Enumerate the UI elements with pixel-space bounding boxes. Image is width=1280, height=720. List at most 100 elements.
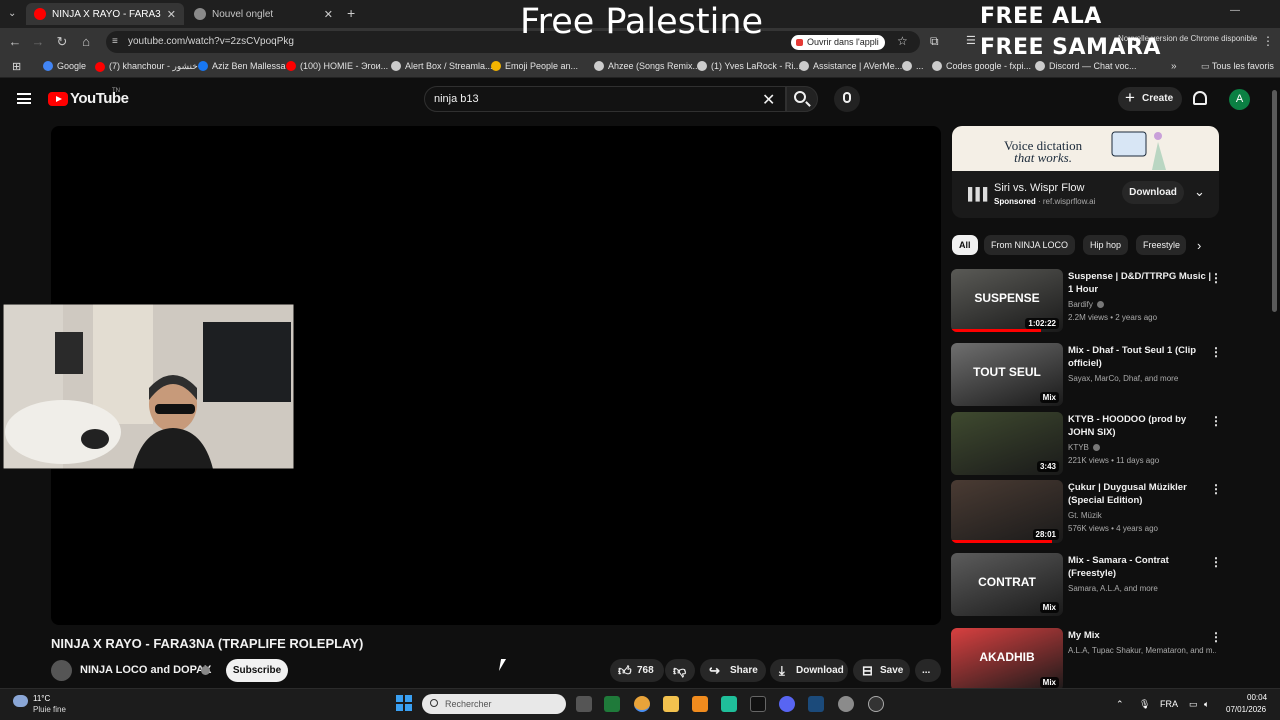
more-options-icon[interactable]: ⋮ [1210,555,1222,569]
recommendation-title[interactable]: KTYB - HOODOO (prod by JOHN SIX) [1068,413,1213,439]
more-options-icon[interactable]: ⋮ [1210,482,1222,496]
recommendation-channel[interactable]: Samara, A.L.A, and more [1068,584,1216,593]
bookmark-item[interactable]: Discord — Chat voc... [1035,61,1137,71]
close-tab-icon[interactable]: ✕ [167,8,176,21]
bookmark-item[interactable]: ... [902,61,924,71]
task-view-icon[interactable] [576,696,592,712]
recommendation-title[interactable]: Mix - Samara - Contrat (Freestyle) [1068,554,1213,580]
whatsapp-icon[interactable] [721,696,737,712]
back-icon[interactable]: ← [7,34,23,50]
bookmark-item[interactable]: Assistance | AVerMe... [799,61,902,71]
recommendation-channel[interactable]: Bardify [1068,300,1216,309]
recommendation-channel[interactable]: A.L.A, Tupac Shakur, Memataron, and m... [1068,646,1216,655]
bookmark-item[interactable]: Alert Box / Streamla... [391,61,493,71]
search-icon[interactable] [794,91,806,103]
bookmark-item[interactable]: Google [43,61,86,71]
video-thumbnail[interactable]: 3:43 [951,412,1063,475]
like-button[interactable]: 👍︎ 768 [610,659,664,682]
bookmark-item[interactable]: Codes google - fxpi... [932,61,1031,71]
recommendation-item[interactable]: TOUT SEUL Mix Mix - Dhaf - Tout Seul 1 (Cl… [951,343,1222,407]
scrollbar[interactable] [1272,90,1277,312]
vlc-icon[interactable] [692,696,708,712]
reload-icon[interactable]: ↻ [54,34,70,50]
search-input-value[interactable]: ninja b13 [434,93,479,105]
more-options-icon[interactable]: ⋮ [1210,630,1222,644]
chrome-icon[interactable] [634,696,650,712]
home-icon[interactable]: ⌂ [78,34,94,50]
recommendation-title[interactable]: Suspense | D&D/TTRPG Music | 1 Hour [1068,270,1213,296]
bookmark-item[interactable]: (7) khanchour - خنشور [95,61,198,72]
new-tab-icon[interactable]: + [347,5,355,21]
recommendation-title[interactable]: My Mix [1068,629,1213,642]
apps-grid-icon[interactable]: ⊞ [12,60,21,73]
extensions-icon[interactable]: ⧉ [930,34,939,49]
recommendation-item[interactable]: SUSPENSE 1:02:22 Suspense | D&D/TTRPG Musi… [951,269,1222,333]
chip-all[interactable]: All [952,235,978,255]
close-tab-icon[interactable]: ✕ [324,8,333,21]
recommendation-title[interactable]: Mix - Dhaf - Tout Seul 1 (Clip officiel) [1068,344,1213,370]
dislike-button[interactable]: 👎︎ [665,659,695,682]
weather-temperature[interactable]: 11°C [33,694,50,703]
ad-download-button[interactable]: Download [1122,181,1184,204]
tab-new-tab[interactable]: Nouvel onglet ✕ [186,3,341,25]
recommendation-channel[interactable]: Gt. Müzik [1068,511,1216,520]
taskbar-search-input[interactable]: Rechercher [422,694,566,714]
window-minimize-icon[interactable]: — [1230,5,1240,16]
clock-date[interactable]: 07/01/2026 [1226,705,1266,714]
tab-youtube-video[interactable]: NINJA X RAYO - FARA3NA (TRAP ✕ [26,3,184,25]
more-options-icon[interactable]: ⋮ [1210,414,1222,428]
more-actions-button[interactable]: ... [915,659,941,682]
obs-icon[interactable] [868,696,884,712]
channel-avatar[interactable] [51,660,72,681]
tab-search-icon[interactable]: ☰ [966,34,976,47]
chevron-down-icon[interactable]: ⌄ [1194,184,1205,200]
clear-search-icon[interactable]: ✕ [762,90,775,110]
chip-scroll-right-icon[interactable]: › [1197,238,1201,253]
microphone-icon[interactable] [843,92,851,103]
capcut-icon[interactable] [750,696,766,712]
more-options-icon[interactable]: ⋮ [1210,271,1222,285]
site-info-icon[interactable]: ≡ [112,36,118,47]
save-button[interactable]: ⊟ Save [853,659,910,682]
recommendation-item[interactable]: 3:43 KTYB - HOODOO (prod by JOHN SIX) KTYB… [951,412,1222,476]
steam-icon[interactable] [808,696,824,712]
account-avatar[interactable]: A [1229,89,1250,110]
more-bookmarks-icon[interactable]: » [1171,61,1177,72]
url-text[interactable]: youtube.com/watch?v=2zsCVpoqPkg [128,36,294,47]
video-thumbnail[interactable]: SUSPENSE 1:02:22 [951,269,1063,332]
language-indicator[interactable]: FRA [1160,699,1178,709]
tab-list-icon[interactable]: ⌄ [8,8,16,19]
microphone-tray-icon[interactable]: 🎙︎ [1139,699,1150,710]
settings-gear-icon[interactable] [838,696,854,712]
bookmark-item[interactable]: Aziz Ben Mallessa [198,61,286,71]
video-thumbnail[interactable]: TOUT SEUL Mix [951,343,1063,406]
open-in-app-button[interactable]: Ouvrir dans l'appli [791,35,885,50]
download-button[interactable]: ⤓ Download [770,659,848,682]
network-icon[interactable]: ▭ [1189,699,1198,710]
clock-time[interactable]: 00:04 [1247,693,1267,702]
recommendation-title[interactable]: Çukur | Duygusal Müzikler (Special Editi… [1068,481,1213,507]
video-thumbnail[interactable]: CONTRAT Mix [951,553,1063,616]
chrome-menu-icon[interactable]: ⋮ [1262,34,1274,48]
sponsored-ad-card[interactable]: Voice dictation that works. ▌▌▌ Siri vs.… [952,126,1219,218]
recommendation-item[interactable]: 28:01 Çukur | Duygusal Müzikler (Special … [951,480,1222,544]
chip-hip-hop[interactable]: Hip hop [1083,235,1129,255]
windows-start-icon[interactable] [396,695,412,711]
recommendation-channel[interactable]: KTYB [1068,443,1216,452]
all-bookmarks-folder[interactable]: ▭ Tous les favoris [1201,61,1274,72]
bookmark-item[interactable]: (100) HOMIE - Эгои... [286,61,388,71]
hamburger-menu-icon[interactable] [17,93,31,104]
ad-banner-image[interactable]: Voice dictation that works. [952,126,1219,171]
bookmark-item[interactable]: (1) Yves LaRock - Ri... [697,61,801,71]
video-thumbnail[interactable]: AKADHIB Mix [951,628,1063,691]
plus-icon[interactable]: + [1125,88,1135,108]
recommendation-item[interactable]: CONTRAT Mix Mix - Samara - Contrat (Freest… [951,553,1222,617]
file-explorer-icon[interactable] [663,696,679,712]
forward-icon[interactable]: → [30,34,46,50]
subscribe-button[interactable]: Subscribe [226,659,288,682]
video-thumbnail[interactable]: 28:01 [951,480,1063,543]
recommendation-channel[interactable]: Sayax, MarCo, Dhaf, and more [1068,374,1216,383]
bookmark-star-icon[interactable]: ☆ [897,34,908,48]
more-options-icon[interactable]: ⋮ [1210,345,1222,359]
tray-expand-icon[interactable]: ⌃ [1116,699,1124,710]
